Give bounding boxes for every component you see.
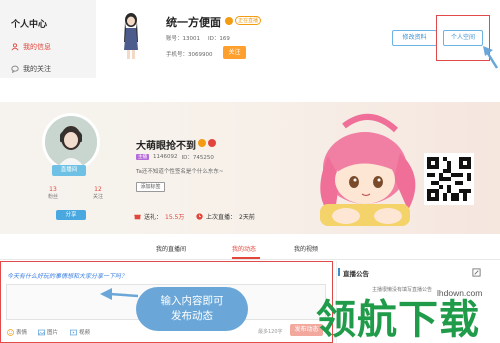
user-icon — [11, 43, 19, 51]
video-tool[interactable]: 视频 — [70, 328, 90, 336]
callout-arrow-icon — [100, 288, 139, 300]
emoji-tool[interactable]: 表情 — [7, 328, 27, 336]
anchor-badge: 主播 — [136, 154, 149, 160]
emoji-icon — [7, 328, 14, 336]
bio-text: Ta还不知道个性签名是个什么东东~ — [136, 169, 224, 175]
live-status: 正在直播 — [225, 16, 262, 25]
medal-icon — [208, 139, 216, 147]
callout-line-2: 发布动态 — [171, 310, 213, 322]
spacer — [0, 88, 500, 102]
notice-title: 直播公告 — [343, 270, 369, 278]
qr-code — [424, 153, 474, 205]
banner-ids: 主播 1146092 ID：745250 — [136, 154, 214, 161]
chat-icon — [11, 65, 19, 73]
profile-avatar[interactable] — [42, 113, 100, 171]
active-tab-indicator — [232, 257, 260, 259]
banner-level-badges — [198, 139, 216, 147]
fans-stat[interactable]: 13 粉丝 — [44, 186, 62, 200]
banner-name: 大萌眼抢不到 — [136, 141, 196, 152]
sidebar-item-label: 我的关注 — [23, 65, 51, 73]
follow-stat[interactable]: 12 关注 — [89, 186, 107, 200]
follow-button[interactable]: 关注 — [223, 46, 246, 59]
qr-icon — [427, 157, 471, 201]
edit-icon[interactable] — [472, 268, 481, 277]
image-tool[interactable]: 图片 — [38, 328, 58, 336]
tip-callout: 输入内容即可 发布动态 — [136, 287, 248, 331]
banner-illustration — [320, 114, 416, 226]
live-tag: 正在直播 — [235, 16, 262, 25]
follow-count: 12 — [94, 186, 102, 193]
arrow-icon — [483, 46, 499, 69]
personal-space-button[interactable]: 个人空间 — [443, 30, 483, 46]
tab-my-videos[interactable]: 我的视频 — [294, 244, 318, 253]
tab-my-posts[interactable]: 我的动态 — [232, 244, 256, 253]
gift-icon — [134, 214, 141, 220]
sidebar-item-my-info[interactable]: 我的信息 — [11, 42, 51, 52]
sidebar-item-label: 我的信息 — [23, 43, 51, 51]
add-tag-button[interactable]: 添加标签 — [136, 182, 165, 192]
phone-info: 手机号：3069900 — [166, 52, 213, 58]
gift-stat: 送礼： 15.5万 — [134, 212, 184, 221]
level-icon — [225, 16, 233, 25]
banner-number: 1146092 — [153, 154, 178, 160]
avatar-photo — [45, 116, 97, 168]
sidebar-title: 个人中心 — [11, 20, 48, 30]
level-icon — [198, 139, 206, 147]
follow-label: 关注 — [92, 194, 103, 200]
image-icon — [38, 329, 45, 335]
clock-icon — [196, 213, 203, 220]
profile-name: 统一方便面 — [166, 16, 221, 29]
edit-profile-button[interactable]: 修改资料 — [392, 30, 437, 46]
fans-count: 13 — [49, 186, 57, 193]
tab-my-live-room[interactable]: 我的直播间 — [156, 244, 186, 253]
account-info: 账号：13001 ID：169 — [166, 36, 230, 42]
user-avatar — [124, 13, 138, 59]
share-button[interactable]: 分享 — [56, 210, 86, 220]
fans-label: 粉丝 — [47, 194, 58, 200]
callout-line-1: 输入内容即可 — [160, 295, 224, 307]
notice-accent-bar — [338, 268, 340, 276]
live-room-button[interactable]: 直播间 — [52, 165, 86, 176]
watermark-logo: 领航下载 — [316, 297, 480, 343]
sidebar-item-my-follows[interactable]: 我的关注 — [11, 64, 51, 74]
post-prompt: 今天有什么好玩的事情想和大家分享一下吗？ — [7, 273, 128, 280]
char-counter: 最多120字 — [258, 329, 283, 335]
video-icon — [70, 329, 77, 335]
notice-body: 主播很懒没有填写直播公告 — [372, 287, 433, 293]
last-live-stat: 上次直播： 2天前 — [196, 212, 255, 221]
